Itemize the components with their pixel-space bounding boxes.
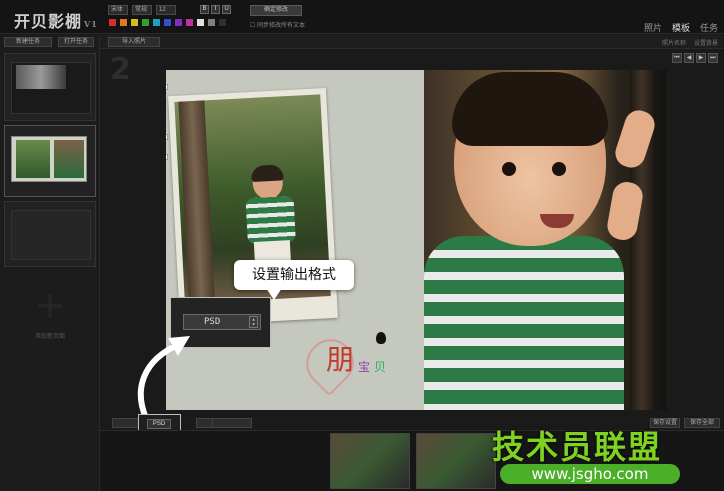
page-list-panel: 新建任务 打开任务 + 添加新页面: [0, 35, 100, 491]
boy-striped-shirt: [424, 236, 624, 410]
open-task-button[interactable]: 打开任务: [58, 37, 94, 47]
apply-text-button[interactable]: 确定修改: [250, 5, 302, 16]
left-page[interactable]: 朋 宝 贝: [166, 70, 424, 410]
nav-tab-templates[interactable]: 模板: [672, 21, 690, 34]
thumbnail-preview: [11, 62, 91, 114]
baby-logo-decoration[interactable]: 朋 宝 贝: [296, 328, 410, 408]
italic-button[interactable]: I: [211, 5, 220, 14]
next-page-icon[interactable]: ▶: [696, 53, 706, 63]
thumbnail-image: [16, 140, 50, 178]
resize-handle[interactable]: [166, 84, 168, 90]
font-controls: 宋体 常规 12: [108, 5, 176, 15]
photo-frame-small[interactable]: [168, 88, 338, 326]
logo-char-3: 贝: [374, 360, 387, 374]
font-style-select[interactable]: 常规: [132, 5, 152, 15]
watermark-url: www.jsgho.com: [500, 464, 680, 484]
color-swatch[interactable]: [207, 18, 216, 27]
main-nav: 照片 模板 任务: [644, 21, 718, 34]
page-navigation: ⏮ ◀ ▶ ⏭: [672, 53, 718, 63]
color-swatch[interactable]: [185, 18, 194, 27]
color-swatch[interactable]: [196, 18, 205, 27]
color-swatch[interactable]: [174, 18, 183, 27]
thumbnail-preview: [11, 210, 91, 260]
set-background-button[interactable]: 设置背景: [694, 38, 718, 47]
page-thumbnail-2[interactable]: [4, 125, 96, 197]
watermark: 技术员联盟 www.jsgho.com: [492, 422, 688, 488]
top-toolbar: 开贝影棚 V1 宋体 常规 12 B I U 确定修改 ☐ 同步修改所有文本 照片…: [0, 0, 724, 34]
curved-arrow-icon: [137, 336, 190, 421]
plus-icon: +: [35, 280, 65, 333]
mouth: [540, 214, 574, 228]
boy-hair-big: [452, 72, 608, 146]
watermark-title: 技术员联盟: [492, 428, 663, 466]
sync-checkbox[interactable]: ☐ 同步修改所有文本: [250, 20, 305, 29]
photo-name-toggle[interactable]: 照片名称: [662, 38, 686, 47]
output-format-select[interactable]: PSD ▴ ▾: [183, 314, 261, 330]
boy-hair: [250, 164, 284, 183]
first-page-icon[interactable]: ⏮: [672, 53, 682, 63]
spinner-icon[interactable]: ▴ ▾: [249, 316, 258, 328]
underline-button[interactable]: U: [222, 5, 231, 14]
color-swatch[interactable]: [218, 18, 227, 27]
bold-button[interactable]: B: [200, 5, 209, 14]
thumbnail-image: [54, 140, 84, 178]
new-task-button[interactable]: 新建任务: [4, 37, 52, 47]
thumbnail-image: [16, 65, 66, 89]
color-swatch[interactable]: [152, 18, 161, 27]
font-size-select[interactable]: 12: [156, 5, 176, 15]
last-page-icon[interactable]: ⏭: [708, 53, 718, 63]
save-all-button[interactable]: 保存全部: [684, 418, 720, 428]
logo-char-2: 宝: [358, 360, 371, 374]
import-photos-button[interactable]: 导入照片: [108, 37, 160, 47]
editor-toolbar-right: 照片名称 设置背景: [662, 38, 718, 47]
editor-toolbar: 导入照片 照片名称 设置背景: [100, 35, 724, 49]
page-thumbnail-3[interactable]: [4, 201, 96, 267]
color-swatch[interactable]: [108, 18, 117, 27]
sync-checkbox-label: 同步修改所有文本: [257, 23, 306, 29]
filmstrip-thumb[interactable]: [416, 433, 496, 489]
eye-left: [502, 162, 516, 176]
resize-handle[interactable]: [166, 134, 168, 140]
color-swatch[interactable]: [119, 18, 128, 27]
nav-tab-tasks[interactable]: 任务: [700, 21, 718, 34]
boy-shirt: [245, 195, 296, 245]
bee-icon: [376, 332, 386, 344]
app-logo: 开贝影棚 V1: [14, 12, 98, 31]
album-spread-canvas[interactable]: 朋 宝 贝: [166, 70, 666, 410]
add-page-button[interactable]: + 添加新页面: [16, 283, 84, 343]
eye-right: [552, 162, 566, 176]
color-swatch[interactable]: [141, 18, 150, 27]
nav-tab-photos[interactable]: 照片: [644, 21, 662, 34]
prev-page-icon[interactable]: ◀: [684, 53, 694, 63]
resize-handle[interactable]: [166, 154, 168, 160]
tree-trunk: [178, 100, 215, 304]
page-thumbnail-1[interactable]: [4, 53, 96, 121]
logo-char-1: 朋: [326, 343, 355, 376]
thumbnail-preview: [11, 136, 87, 182]
bottom-button-3[interactable]: [212, 418, 252, 428]
right-page[interactable]: [424, 70, 666, 410]
format-select-small[interactable]: PSD: [147, 419, 171, 429]
tutorial-callout: 设置输出格式: [234, 260, 354, 290]
color-swatch[interactable]: [163, 18, 172, 27]
color-swatch[interactable]: [130, 18, 139, 27]
page-number: 2: [110, 52, 131, 87]
add-page-label: 添加新页面: [34, 334, 65, 340]
font-family-select[interactable]: 宋体: [108, 5, 128, 15]
output-format-value: PSD: [204, 317, 221, 327]
color-swatches: [108, 18, 227, 27]
filmstrip-thumb[interactable]: [330, 433, 410, 489]
